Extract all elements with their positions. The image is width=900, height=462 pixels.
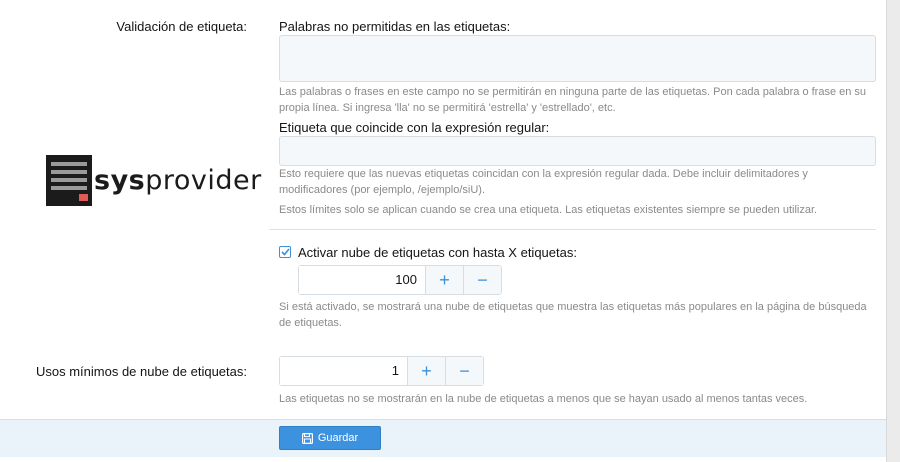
logo-text-regular: provider bbox=[145, 165, 262, 196]
limits-hint: Estos límites solo se aplican cuando se … bbox=[279, 204, 818, 216]
form-footer bbox=[0, 419, 886, 457]
disallowed-words-label: Palabras no permitidas en las etiquetas: bbox=[279, 19, 511, 34]
checkmark-icon bbox=[280, 248, 290, 256]
save-button-label: Guardar bbox=[317, 432, 359, 444]
tag-cloud-max-input[interactable]: 100 bbox=[299, 266, 425, 294]
sysprovider-logo: sysprovider bbox=[46, 155, 262, 206]
page-scroll-gutter bbox=[886, 0, 900, 462]
min-uses-input[interactable]: 1 bbox=[280, 357, 407, 385]
disallowed-words-hint: Las palabras o frases en este campo no s… bbox=[279, 86, 867, 114]
disallowed-words-textarea[interactable] bbox=[279, 35, 876, 82]
tag-cloud-checkbox-label[interactable]: Activar nube de etiquetas con hasta X et… bbox=[298, 245, 577, 260]
regex-input[interactable] bbox=[279, 136, 876, 166]
server-logo-icon bbox=[46, 155, 92, 206]
tag-cloud-max-plus-button[interactable]: + bbox=[425, 266, 463, 294]
regex-hint: Esto requiere que las nuevas etiquetas c… bbox=[279, 168, 808, 196]
tag-cloud-max-minus-button[interactable]: − bbox=[463, 266, 501, 294]
min-uses-row-label: Usos mínimos de nube de etiquetas: bbox=[35, 364, 247, 379]
tag-validation-row-label: Validación de etiqueta: bbox=[116, 19, 247, 34]
min-uses-minus-button[interactable]: − bbox=[445, 357, 483, 385]
logo-text: sysprovider bbox=[94, 165, 262, 196]
min-uses-hint: Las etiquetas no se mostrarán en la nube… bbox=[279, 393, 808, 405]
min-uses-plus-button[interactable]: + bbox=[407, 357, 445, 385]
tag-cloud-checkbox[interactable] bbox=[279, 246, 291, 258]
floppy-disk-icon bbox=[301, 432, 313, 444]
logo-text-bold: sys bbox=[94, 165, 146, 196]
min-uses-stepper: 1 + − bbox=[279, 356, 484, 386]
section-divider bbox=[269, 229, 876, 230]
options-panel: Validación de etiqueta: Palabras no perm… bbox=[0, 0, 886, 462]
tag-cloud-hint: Si está activado, se mostrará una nube d… bbox=[279, 301, 867, 329]
tag-cloud-max-stepper: 100 + − bbox=[298, 265, 502, 295]
regex-label: Etiqueta que coincide con la expresión r… bbox=[279, 120, 550, 135]
save-button[interactable]: Guardar bbox=[279, 426, 381, 450]
